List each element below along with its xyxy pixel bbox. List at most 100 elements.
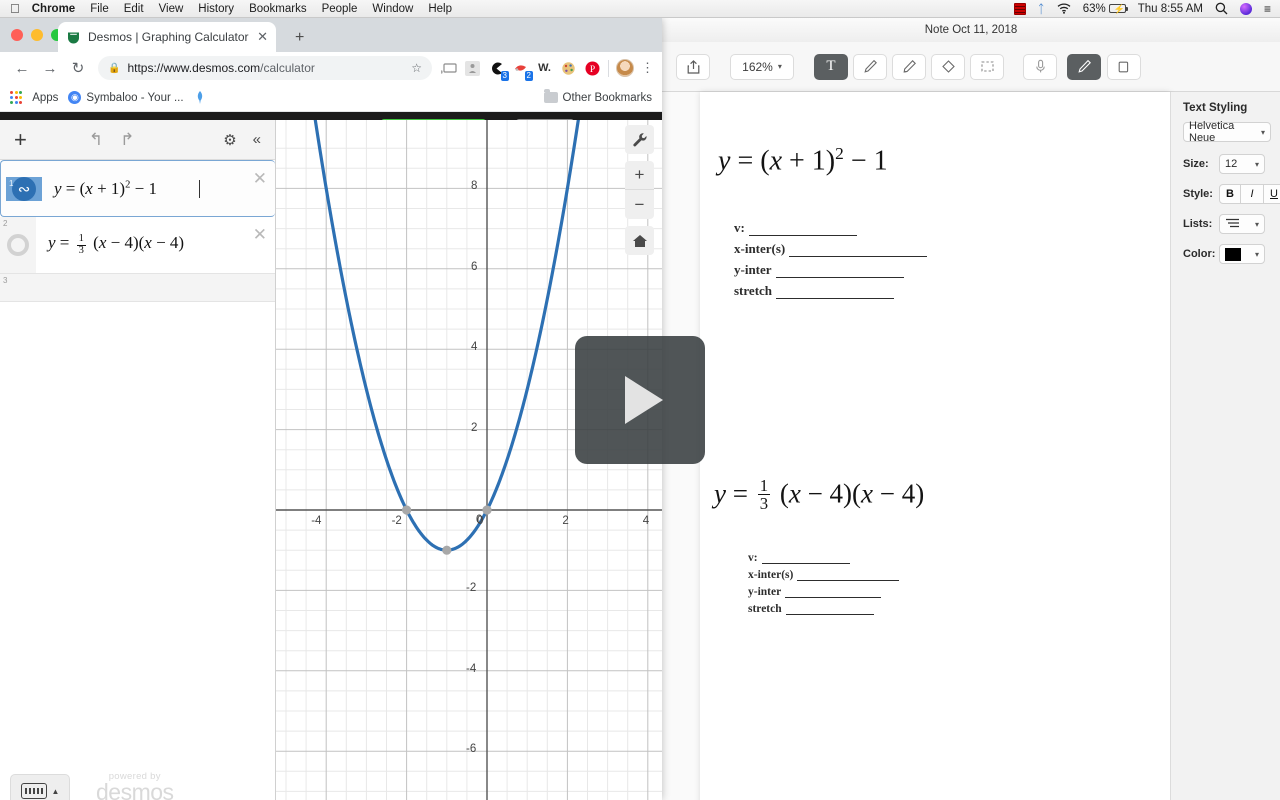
apps-grid-icon[interactable] — [10, 91, 23, 104]
poi-point[interactable] — [442, 545, 452, 555]
extension-badge: 2 — [524, 70, 533, 81]
spotlight-search-icon[interactable] — [1215, 2, 1228, 15]
palette-extension-icon[interactable] — [560, 60, 577, 77]
poi-point[interactable] — [482, 505, 492, 515]
pinterest-extension-icon[interactable]: P — [584, 60, 601, 77]
menu-item-help[interactable]: Help — [428, 3, 452, 15]
zoom-level-dropdown[interactable]: 162% ▾ — [730, 53, 794, 80]
collapse-panel-icon[interactable]: « — [253, 131, 261, 148]
bookmark-symbaloo[interactable]: ◉ Symbaloo - Your ... — [68, 91, 184, 104]
zoom-out-button[interactable]: − — [625, 190, 654, 219]
expression-gutter[interactable]: 3 — [0, 274, 36, 301]
close-tab-icon[interactable]: ✕ — [257, 29, 268, 45]
wrench-icon[interactable] — [625, 125, 654, 154]
menu-item-history[interactable]: History — [198, 3, 234, 15]
add-expression-button[interactable]: + — [14, 127, 27, 153]
bold-button[interactable]: B — [1219, 184, 1241, 204]
gear-icon[interactable]: ⚙ — [223, 131, 236, 149]
apple-logo-icon[interactable]:  — [10, 2, 20, 15]
page-icon[interactable] — [1107, 53, 1141, 80]
expression-row-1[interactable]: 1 ∾ y = (x + 1)2 − 1 ✕ — [0, 160, 275, 217]
font-family-dropdown[interactable]: Helvetica Neue ▾ — [1183, 120, 1271, 144]
avatar[interactable] — [616, 59, 634, 77]
notification-center-icon[interactable]: ≡ — [1264, 2, 1271, 16]
forward-icon[interactable]: → — [36, 54, 64, 82]
expression-row-3[interactable]: 3 — [0, 274, 275, 302]
bluetooth-icon[interactable]: ᛏ — [1038, 2, 1045, 16]
other-bookmarks-folder[interactable]: Other Bookmarks — [543, 89, 652, 104]
cast-icon[interactable] — [440, 60, 457, 77]
new-tab-button[interactable]: + — [295, 29, 304, 47]
bookmark-star-icon[interactable]: ☆ — [411, 61, 422, 75]
menu-clock[interactable]: Thu 8:55 AM — [1138, 3, 1203, 15]
zoom-in-button[interactable]: + — [625, 161, 654, 190]
keyboard-toggle-button[interactable]: ▲ — [10, 774, 70, 800]
blank-line[interactable] — [775, 277, 904, 278]
font-size-row: Size: 12 ▾ — [1183, 154, 1265, 174]
expression-content[interactable]: y = (x + 1)2 − 1 — [42, 179, 270, 199]
blank-line[interactable] — [748, 235, 857, 236]
red-extension-icon[interactable]: 2 — [512, 60, 533, 81]
menu-item-people[interactable]: People — [322, 3, 358, 15]
blank-line[interactable] — [789, 256, 928, 257]
microphone-icon[interactable] — [1023, 53, 1057, 80]
font-size-dropdown[interactable]: 12 ▾ — [1219, 154, 1265, 174]
menu-item-chrome[interactable]: Chrome — [32, 3, 75, 15]
poi-point[interactable] — [402, 505, 412, 515]
delete-expression-icon[interactable]: ✕ — [253, 225, 267, 245]
menu-item-bookmarks[interactable]: Bookmarks — [249, 3, 307, 15]
minimize-window-button[interactable] — [31, 29, 43, 41]
battery-status[interactable]: 63% ⚡ — [1083, 3, 1128, 15]
person-extension-icon[interactable] — [464, 60, 481, 77]
close-window-button[interactable] — [11, 29, 23, 41]
browser-tab[interactable]: Desmos | Graphing Calculator ✕ — [58, 22, 276, 52]
text-tool-button[interactable]: T — [814, 53, 848, 80]
menu-item-view[interactable]: View — [159, 3, 184, 15]
italic-button[interactable]: I — [1241, 184, 1263, 204]
share-icon[interactable] — [676, 53, 710, 80]
chrome-menu-icon[interactable]: ⋮ — [641, 60, 654, 76]
curve-toggle-icon[interactable]: ∾ — [12, 176, 36, 201]
menu-item-edit[interactable]: Edit — [124, 3, 144, 15]
pen-tool-button[interactable] — [853, 53, 887, 80]
w-extension-icon[interactable]: W. — [536, 60, 553, 77]
blank-line[interactable] — [785, 614, 874, 615]
pen-color-button[interactable] — [1067, 53, 1101, 80]
note-page[interactable]: y = (x + 1)2 − 1 v: x-inter(s) y-inter s… — [700, 92, 1170, 800]
redo-icon[interactable]: ↱ — [120, 130, 134, 150]
select-tool-button[interactable] — [970, 53, 1004, 80]
apps-label[interactable]: Apps — [32, 92, 58, 104]
lists-dropdown[interactable]: ▾ — [1219, 214, 1265, 234]
expression-content[interactable] — [36, 274, 275, 301]
color-dropdown[interactable]: ▾ — [1219, 244, 1265, 264]
pacman-extension-icon[interactable]: 3 — [488, 60, 509, 81]
menu-item-window[interactable]: Window — [372, 3, 413, 15]
address-bar[interactable]: 🔒 https://www.desmos.com/calculator ☆ — [98, 56, 432, 80]
bookmark-pin-icon[interactable] — [194, 90, 206, 105]
expression-gutter[interactable]: 1 ∾ — [6, 176, 42, 201]
back-icon[interactable]: ← — [8, 54, 36, 82]
note-equation-1: y = (x + 1)2 − 1 — [718, 144, 888, 177]
reload-icon[interactable]: ↻ — [64, 54, 92, 82]
blank-line[interactable] — [785, 597, 882, 598]
expression-row-2[interactable]: 2 y = 13 (x − 4)(x − 4) ✕ — [0, 217, 275, 274]
highlighter-tool-button[interactable] — [892, 53, 926, 80]
wifi-icon[interactable] — [1057, 3, 1071, 14]
undo-icon[interactable]: ↰ — [89, 130, 103, 150]
blank-line[interactable] — [761, 563, 850, 564]
curve-toggle-icon[interactable] — [7, 234, 29, 256]
home-icon[interactable] — [625, 226, 654, 255]
blank-line[interactable] — [797, 580, 900, 581]
note-titlebar: Note Oct 11, 2018 — [662, 18, 1280, 42]
menu-item-file[interactable]: File — [90, 3, 109, 15]
underline-button[interactable]: U — [1263, 184, 1280, 204]
y-tick-label: 6 — [471, 260, 478, 273]
screen-recorder-icon[interactable] — [1013, 2, 1026, 15]
expression-gutter[interactable]: 2 — [0, 217, 36, 273]
expression-content[interactable]: y = 13 (x − 4)(x − 4) — [36, 217, 275, 273]
delete-expression-icon[interactable]: ✕ — [253, 169, 267, 189]
blank-line[interactable] — [776, 298, 895, 299]
siri-icon[interactable] — [1239, 2, 1252, 15]
eraser-tool-button[interactable] — [931, 53, 965, 80]
play-button-overlay[interactable] — [575, 336, 705, 464]
